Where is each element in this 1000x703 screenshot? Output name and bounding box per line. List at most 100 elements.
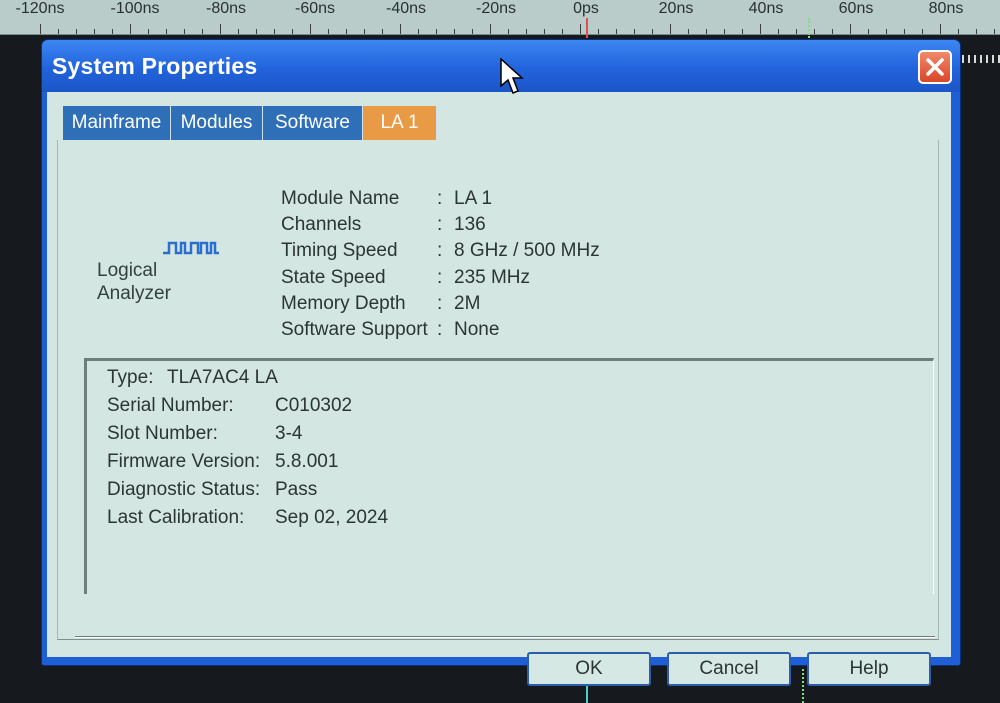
prop-value: 2M <box>454 293 481 314</box>
ruler-tick <box>562 29 563 34</box>
detail-value: C010302 <box>275 395 353 416</box>
ok-button[interactable]: OK <box>527 652 651 686</box>
ruler-tick <box>796 29 797 34</box>
ruler-tick <box>274 29 275 34</box>
ruler-tick <box>886 29 887 34</box>
prop-separator: : <box>437 267 443 288</box>
prop-value: 235 MHz <box>454 267 531 288</box>
prop-value: 136 <box>454 214 486 235</box>
prop-value: None <box>454 319 500 340</box>
ruler-label: -40ns <box>385 0 427 17</box>
dotted-marker <box>802 664 804 703</box>
ruler-tick <box>130 24 131 34</box>
prop-separator: : <box>437 188 443 209</box>
ruler-tick <box>292 29 293 34</box>
prop-separator: : <box>437 293 443 314</box>
detail-value: Pass <box>275 479 318 500</box>
ruler-tick <box>706 29 707 34</box>
zero-marker[interactable] <box>586 18 588 38</box>
prop-separator: : <box>437 319 443 340</box>
mouse-pointer-icon <box>500 58 524 94</box>
ruler-tick <box>868 29 869 34</box>
ruler-tick <box>832 29 833 34</box>
ruler-tick <box>94 29 95 34</box>
close-button[interactable] <box>918 50 952 84</box>
ruler-label: 40ns <box>748 0 784 17</box>
ruler-label: -20ns <box>475 0 517 17</box>
ruler-tick <box>256 29 257 34</box>
icon-label-logical: Logical <box>97 260 158 281</box>
ruler-tick <box>148 29 149 34</box>
detail-key: Slot Number: <box>107 423 218 444</box>
ruler-tick <box>472 29 473 34</box>
dialog-body: Mainframe Modules Software LA 1 Logical … <box>47 92 951 686</box>
detail-key: Last Calibration: <box>107 507 245 528</box>
button-separator <box>75 636 935 638</box>
ruler-tick <box>688 29 689 34</box>
ruler-tick <box>850 24 851 34</box>
ruler-label: -60ns <box>294 0 336 17</box>
ruler-label: 60ns <box>838 0 874 17</box>
ruler-tick <box>364 29 365 34</box>
ruler-label: -120ns <box>15 0 65 17</box>
ruler-tick <box>778 29 779 34</box>
module-details-box: Type: TLA7AC4 LA Serial Number: C010302 … <box>84 358 934 594</box>
detail-key: Type: <box>107 367 154 388</box>
ruler-tick <box>580 24 581 34</box>
ruler-tick <box>76 29 77 34</box>
ruler-label: 0ps <box>573 0 599 17</box>
dotted-marker <box>808 18 810 38</box>
ruler-label: 80ns <box>928 0 964 17</box>
ruler-label: -100ns <box>110 0 160 17</box>
prop-name: Memory Depth <box>281 293 406 314</box>
ruler-tick <box>166 29 167 34</box>
ruler-tick <box>724 29 725 34</box>
prop-value: 8 GHz / 500 MHz <box>454 240 600 261</box>
detail-value: 3-4 <box>275 423 303 444</box>
ruler-tick <box>922 29 923 34</box>
prop-name: Timing Speed <box>281 240 398 261</box>
ruler-tick <box>526 29 527 34</box>
ruler-tick <box>634 29 635 34</box>
ruler-tick <box>40 24 41 34</box>
prop-name: Software Support <box>281 319 428 340</box>
ruler-tick <box>742 29 743 34</box>
edge-ticks <box>962 55 1000 63</box>
tab-la1[interactable]: LA 1 <box>363 106 437 140</box>
cancel-button[interactable]: Cancel <box>667 652 791 686</box>
close-icon <box>926 58 944 76</box>
ruler-label: 20ns <box>658 0 694 17</box>
detail-value: TLA7AC4 LA <box>167 367 278 388</box>
logic-analyzer-icon <box>163 241 219 255</box>
prop-name: State Speed <box>281 267 386 288</box>
ruler-tick <box>616 29 617 34</box>
ruler-tick <box>400 24 401 34</box>
system-properties-dialog: System Properties Mainframe Modules Soft… <box>42 40 960 686</box>
ruler-tick <box>238 29 239 34</box>
detail-key: Serial Number: <box>107 395 234 416</box>
tab-software[interactable]: Software <box>263 106 363 140</box>
ruler-tick <box>994 29 995 34</box>
tab-mainframe[interactable]: Mainframe <box>63 106 171 140</box>
ruler-tick <box>814 29 815 34</box>
ruler-tick <box>382 29 383 34</box>
detail-key: Firmware Version: <box>107 451 261 472</box>
ruler-tick <box>544 29 545 34</box>
tab-modules[interactable]: Modules <box>171 106 263 140</box>
ruler-tick <box>202 29 203 34</box>
ruler-tick <box>490 24 491 34</box>
ruler-tick <box>112 29 113 34</box>
ruler-tick <box>220 24 221 34</box>
ruler-tick <box>940 24 941 34</box>
dialog-title: System Properties <box>52 53 258 79</box>
ruler-tick <box>346 29 347 34</box>
ruler-tick <box>760 24 761 34</box>
prop-separator: : <box>437 214 443 235</box>
prop-name: Channels <box>281 214 362 235</box>
ruler-tick <box>670 24 671 34</box>
ruler-tick <box>904 29 905 34</box>
help-button[interactable]: Help <box>807 652 931 686</box>
ruler-tick <box>328 29 329 34</box>
ruler-tick <box>58 29 59 34</box>
ruler-tick <box>652 29 653 34</box>
